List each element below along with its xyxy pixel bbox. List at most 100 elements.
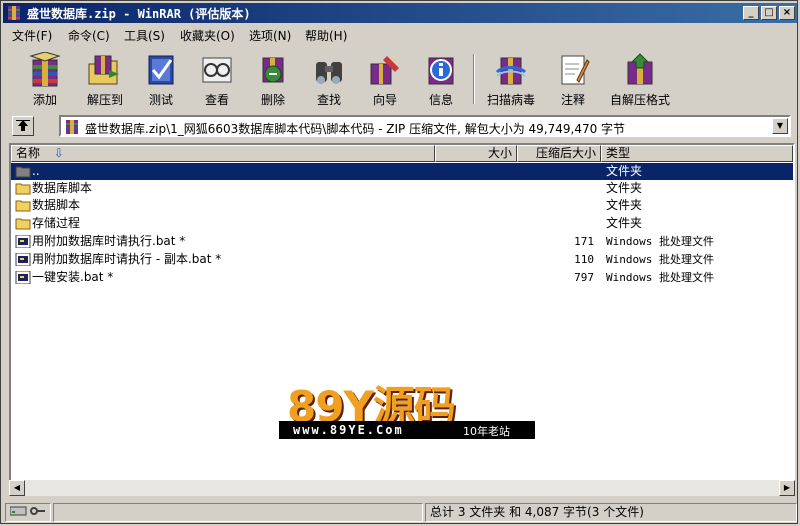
up-folder-button[interactable] xyxy=(12,116,34,136)
file-type: Windows 批处理文件 xyxy=(606,271,714,284)
virus-scan-button[interactable]: 扫描病毒 xyxy=(483,50,539,108)
batch-file-icon xyxy=(15,235,31,248)
file-type: 文件夹 xyxy=(606,181,643,195)
view-button[interactable]: 查看 xyxy=(189,50,245,108)
column-header-size[interactable]: 大小 xyxy=(435,145,517,162)
column-header-name[interactable]: 名称 ⇩ xyxy=(11,145,435,162)
watermark-band: www.89YE.Com 10年老站 xyxy=(279,421,535,439)
view-label: 查看 xyxy=(204,93,229,107)
menu-options[interactable]: 选项(N) xyxy=(249,27,291,44)
toolbar-separator xyxy=(473,54,475,104)
find-label: 查找 xyxy=(316,93,341,107)
archive-icon xyxy=(66,120,78,134)
menu-favorites[interactable]: 收藏夹(O) xyxy=(180,27,235,44)
drive-key-icon xyxy=(9,506,45,516)
menu-tools[interactable]: 工具(S) xyxy=(124,27,165,44)
info-icon xyxy=(428,57,454,85)
scroll-right-button[interactable]: ▶ xyxy=(779,480,795,496)
find-button[interactable]: 查找 xyxy=(301,50,357,108)
file-name: 数据库脚本 xyxy=(32,181,93,195)
sfx-label: 自解压格式 xyxy=(609,93,670,107)
file-row[interactable]: 数据库脚本 文件夹 xyxy=(11,180,793,197)
address-row: 盛世数据库.zip\1_网狐6603数据库脚本代码\脚本代码 - ZIP 压缩文… xyxy=(3,113,797,139)
file-row[interactable]: 用附加数据库时请执行 - 副本.bat * 110 Windows 批处理文件 xyxy=(11,251,793,268)
title-bar[interactable]: 盛世数据库.zip - WinRAR (评估版本) _ □ × xyxy=(3,3,797,23)
folder-up-icon xyxy=(15,166,31,178)
watermark-site: www.89YE.Com xyxy=(293,423,404,437)
batch-file-icon xyxy=(15,253,31,266)
info-button[interactable]: 信息 xyxy=(413,50,469,108)
add-button[interactable]: 添加 xyxy=(17,50,73,108)
address-text: 盛世数据库.zip\1_网狐6603数据库脚本代码\脚本代码 - ZIP 压缩文… xyxy=(85,122,626,136)
folder-icon xyxy=(15,200,31,212)
wizard-label: 向导 xyxy=(372,93,397,107)
column-header-type[interactable]: 类型 xyxy=(601,145,793,162)
test-icon xyxy=(148,55,174,85)
extract-to-icon xyxy=(88,55,119,85)
test-label: 测试 xyxy=(148,93,173,107)
virus-scan-icon xyxy=(495,57,527,85)
status-bar: 总计 3 文件夹 和 4,087 字节(3 个文件) xyxy=(3,501,797,523)
comment-label: 注释 xyxy=(560,93,585,107)
file-type: Windows 批处理文件 xyxy=(606,253,714,266)
delete-button[interactable]: 删除 xyxy=(245,50,301,108)
file-name: 用附加数据库时请执行 - 副本.bat * xyxy=(32,252,222,266)
sort-arrow-icon: ⇩ xyxy=(53,146,64,160)
file-row[interactable]: 数据脚本 文件夹 xyxy=(11,197,793,214)
file-name: 用附加数据库时请执行.bat * xyxy=(32,234,186,248)
wizard-icon xyxy=(370,54,399,85)
virus-scan-label: 扫描病毒 xyxy=(486,93,535,107)
close-button[interactable]: × xyxy=(779,6,795,20)
add-archive-icon xyxy=(29,52,61,87)
batch-file-icon xyxy=(15,271,31,284)
delete-icon xyxy=(262,57,284,83)
file-name: 存储过程 xyxy=(32,216,81,230)
winrar-app-icon[interactable] xyxy=(6,5,22,21)
address-dropdown-button[interactable]: ▼ xyxy=(772,118,788,134)
sfx-button[interactable]: 自解压格式 xyxy=(609,50,671,108)
file-size: 171 xyxy=(574,235,594,248)
wizard-button[interactable]: 向导 xyxy=(357,50,413,108)
file-type: 文件夹 xyxy=(606,216,643,230)
comment-icon xyxy=(561,55,590,85)
delete-label: 删除 xyxy=(260,93,285,107)
extract-to-label: 解压到 xyxy=(86,93,123,107)
menu-help[interactable]: 帮助(H) xyxy=(305,27,347,44)
maximize-button[interactable]: □ xyxy=(761,6,777,20)
minimize-button[interactable]: _ xyxy=(743,6,759,20)
file-name: 数据脚本 xyxy=(32,198,81,212)
status-drive-panel[interactable] xyxy=(5,503,51,522)
extract-to-button[interactable]: 解压到 xyxy=(77,50,133,108)
column-header-packed[interactable]: 压缩后大小 xyxy=(517,145,601,162)
up-arrow-icon xyxy=(16,120,30,131)
menu-commands[interactable]: 命令(C) xyxy=(68,27,110,44)
view-icon xyxy=(202,57,232,83)
file-name: .. xyxy=(32,164,40,178)
file-type: 文件夹 xyxy=(606,198,643,212)
find-icon xyxy=(316,62,342,84)
file-type: Windows 批处理文件 xyxy=(606,235,714,248)
file-row[interactable]: 一键安装.bat * 797 Windows 批处理文件 xyxy=(11,269,793,286)
file-size: 110 xyxy=(574,253,594,266)
menu-bar: 文件(F) 命令(C) 工具(S) 收藏夹(O) 选项(N) 帮助(H) xyxy=(3,24,797,44)
window-title: 盛世数据库.zip - WinRAR (评估版本) xyxy=(27,7,251,21)
horizontal-scrollbar[interactable]: ◀ ▶ xyxy=(9,480,795,496)
address-bar[interactable]: 盛世数据库.zip\1_网狐6603数据库脚本代码\脚本代码 - ZIP 压缩文… xyxy=(59,115,791,137)
scroll-left-button[interactable]: ◀ xyxy=(9,480,25,496)
sfx-icon xyxy=(627,53,653,85)
file-type: 文件夹 xyxy=(606,164,643,178)
folder-icon xyxy=(15,218,31,230)
winrar-window: 盛世数据库.zip - WinRAR (评估版本) _ □ × 文件(F) 命令… xyxy=(0,0,798,524)
status-total: 总计 3 文件夹 和 4,087 字节(3 个文件) xyxy=(425,503,797,522)
menu-file[interactable]: 文件(F) xyxy=(12,27,52,44)
toolbar: 添加 解压到 测试 查看 删除 查找 向导 信息 扫描病毒 注释 自解压格式 xyxy=(9,48,795,110)
file-row[interactable]: 存储过程 文件夹 xyxy=(11,215,793,232)
file-list[interactable]: 名称 ⇩ 大小 压缩后大小 类型 .. 文件夹 数据库脚本 文件夹 数据脚本 文… xyxy=(9,143,795,495)
test-button[interactable]: 测试 xyxy=(133,50,189,108)
watermark-slogan: 10年老站 xyxy=(463,425,510,438)
file-row[interactable]: 用附加数据库时请执行.bat * 171 Windows 批处理文件 xyxy=(11,233,793,250)
file-row[interactable]: .. 文件夹 xyxy=(11,163,793,180)
comment-button[interactable]: 注释 xyxy=(545,50,601,108)
file-name: 一键安装.bat * xyxy=(32,270,114,284)
file-size: 797 xyxy=(574,271,594,284)
